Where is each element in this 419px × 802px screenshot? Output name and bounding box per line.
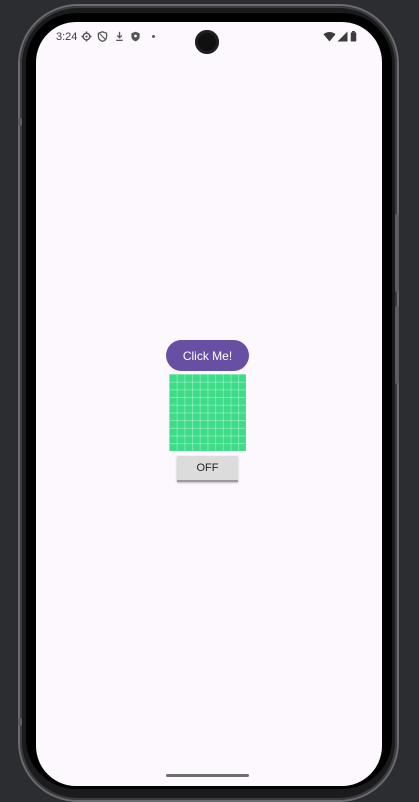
left-side-button	[18, 118, 22, 126]
shield-filled-icon	[131, 31, 140, 42]
status-time: 3:24	[56, 31, 78, 43]
front-camera	[195, 30, 219, 54]
notification-dot-icon	[152, 35, 155, 38]
device-stage: 3:24 Click Me! OFF	[0, 0, 419, 802]
shield-outline-icon	[97, 31, 108, 42]
left-side-button-lower	[18, 718, 22, 726]
settings-gear-icon	[81, 31, 92, 42]
click-me-button[interactable]: Click Me!	[166, 340, 249, 371]
battery-icon	[350, 31, 357, 42]
download-arrow-icon	[116, 31, 123, 41]
signal-icon	[337, 31, 348, 42]
phone-screen: 3:24 Click Me! OFF	[36, 22, 382, 786]
green-grid-view	[169, 374, 246, 451]
wifi-icon	[323, 31, 336, 42]
power-button[interactable]	[395, 214, 399, 292]
off-toggle-button[interactable]: OFF	[177, 456, 238, 482]
volume-button[interactable]	[395, 306, 399, 384]
home-indicator[interactable]	[166, 774, 249, 777]
